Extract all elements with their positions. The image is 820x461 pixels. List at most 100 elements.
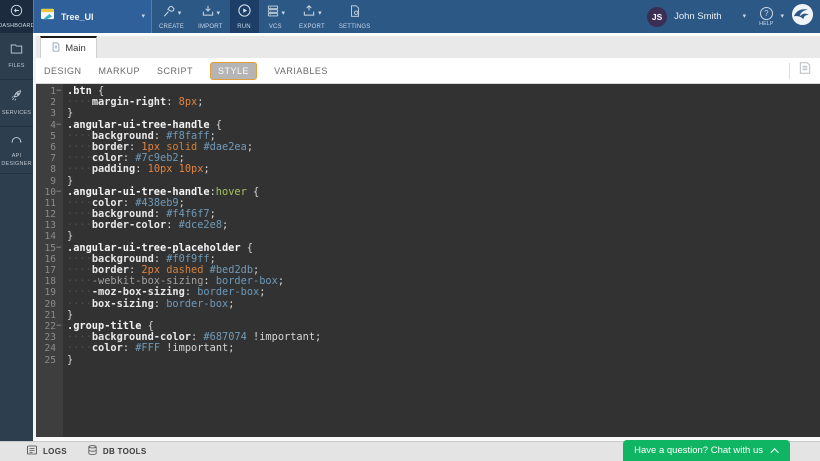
tab-variables[interactable]: VARIABLES <box>274 66 328 76</box>
line-number: 2 <box>36 97 63 108</box>
code-editor[interactable]: 1−234−5678910−1112131415−16171819202122−… <box>36 84 820 437</box>
line-number: 1− <box>36 86 63 97</box>
export-icon <box>302 4 316 23</box>
arc-icon <box>9 132 24 151</box>
tab-main[interactable]: Main <box>40 36 97 58</box>
line-number: 10− <box>36 187 63 198</box>
fold-toggle-icon[interactable]: − <box>56 321 63 332</box>
db-tools-button[interactable]: DB TOOLS <box>87 443 147 461</box>
tab-markup[interactable]: MARKUP <box>99 66 141 76</box>
code-line[interactable]: ····box-sizing: border-box; <box>67 299 820 310</box>
line-number: 21 <box>36 310 63 321</box>
topbar-right: JS John Smith HELP <box>647 0 820 33</box>
code-line[interactable]: } <box>67 355 820 366</box>
chevron-down-icon[interactable] <box>780 13 784 20</box>
line-number: 5 <box>36 131 63 142</box>
line-number: 12 <box>36 209 63 220</box>
chat-label: Have a question? Chat with us <box>634 445 763 456</box>
help-label: HELP <box>759 21 773 27</box>
user-name: John Smith <box>674 11 722 22</box>
chevron-down-icon <box>217 10 221 17</box>
menu-item-export[interactable]: EXPORT <box>292 0 332 33</box>
tab-design[interactable]: DESIGN <box>44 66 82 76</box>
sidebar-item-api-designer[interactable]: API DESIGNER <box>0 127 33 174</box>
avatar[interactable]: JS <box>647 7 667 27</box>
line-number: 20 <box>36 299 63 310</box>
play-icon <box>237 3 252 23</box>
project-icon <box>40 8 55 26</box>
tab-script[interactable]: SCRIPT <box>157 66 193 76</box>
line-number: 8 <box>36 164 63 175</box>
help-button[interactable]: HELP <box>759 7 773 27</box>
line-number: 19 <box>36 287 63 298</box>
fold-toggle-icon[interactable]: − <box>56 86 63 97</box>
chat-widget[interactable]: Have a question? Chat with us <box>623 440 790 461</box>
project-selector[interactable]: Tree_UI <box>33 0 152 33</box>
chevron-up-icon <box>770 448 778 456</box>
line-number: 9 <box>36 176 63 187</box>
line-number: 11 <box>36 198 63 209</box>
code-line[interactable]: ····margin-right: 8px; <box>67 97 820 108</box>
separator <box>789 63 790 79</box>
chevron-down-icon <box>318 10 322 17</box>
left-sidebar: FILES SERVICES API DESIGNER <box>0 33 33 441</box>
sidebar-label: SERVICES <box>1 110 32 117</box>
hammer-icon <box>162 4 176 23</box>
dashboard-label: DASHBOARD <box>0 23 35 29</box>
menu-label: RUN <box>237 24 251 30</box>
project-name: Tree_UI <box>61 12 135 22</box>
brand-logo[interactable] <box>791 3 814 31</box>
line-number: 25 <box>36 355 63 366</box>
sidebar-label: API DESIGNER <box>0 153 33 167</box>
line-number: 14 <box>36 231 63 242</box>
line-number: 24 <box>36 343 63 354</box>
server-stack-icon <box>266 4 280 23</box>
tab-style[interactable]: STYLE <box>210 62 257 80</box>
gutter: 1−234−5678910−1112131415−16171819202122−… <box>36 84 63 437</box>
code-line[interactable]: ····padding: 10px 10px; <box>67 164 820 175</box>
code-lines[interactable]: .btn {····margin-right: 8px;}.angular-ui… <box>63 84 820 437</box>
tab-strip: Main <box>36 36 820 58</box>
top-navigation-bar: DASHBOARD Tree_UI CREATE IMPORT <box>0 0 820 33</box>
menu-item-vcs[interactable]: VCS <box>259 0 293 33</box>
chevron-down-icon <box>141 13 145 20</box>
menu-item-import[interactable]: IMPORT <box>191 0 229 33</box>
line-number: 17 <box>36 265 63 276</box>
menu-item-settings[interactable]: SETTINGS <box>332 0 378 33</box>
subtab-bar: DESIGN MARKUP SCRIPT STYLE VARIABLES <box>36 58 820 84</box>
chevron-down-icon <box>178 10 182 17</box>
tab-label: Main <box>65 43 86 54</box>
line-number: 13 <box>36 220 63 231</box>
dashboard-icon <box>10 4 23 22</box>
menu-label: VCS <box>269 24 282 30</box>
menu-item-run[interactable]: RUN <box>230 0 259 33</box>
fold-toggle-icon[interactable]: − <box>56 120 63 131</box>
menu-item-create[interactable]: CREATE <box>152 0 191 33</box>
menu-label: IMPORT <box>198 24 222 30</box>
rocket-icon <box>9 88 24 108</box>
line-number: 18 <box>36 276 63 287</box>
code-line[interactable]: } <box>67 310 820 321</box>
line-number: 16 <box>36 254 63 265</box>
line-number: 6 <box>36 142 63 153</box>
sidebar-label: FILES <box>7 63 25 70</box>
status-label: DB TOOLS <box>103 447 147 456</box>
save-document-icon[interactable] <box>798 60 812 81</box>
sidebar-item-files[interactable]: FILES <box>0 33 33 80</box>
document-icon <box>51 41 61 56</box>
chevron-down-icon[interactable] <box>743 13 747 20</box>
fold-toggle-icon[interactable]: − <box>56 243 63 254</box>
menu-label: SETTINGS <box>339 24 371 30</box>
import-icon <box>201 4 215 23</box>
code-line[interactable]: ····border-color: #dce2e8; <box>67 220 820 231</box>
line-number: 7 <box>36 153 63 164</box>
dashboard-button[interactable]: DASHBOARD <box>0 0 33 33</box>
code-line[interactable]: ····color: #FFF !important; <box>67 343 820 354</box>
logs-button[interactable]: LOGS <box>26 443 67 461</box>
logs-icon <box>26 443 38 461</box>
line-number: 22− <box>36 321 63 332</box>
fold-toggle-icon[interactable]: − <box>56 187 63 198</box>
status-label: LOGS <box>43 447 67 456</box>
line-number: 4− <box>36 120 63 131</box>
sidebar-item-services[interactable]: SERVICES <box>0 80 33 127</box>
